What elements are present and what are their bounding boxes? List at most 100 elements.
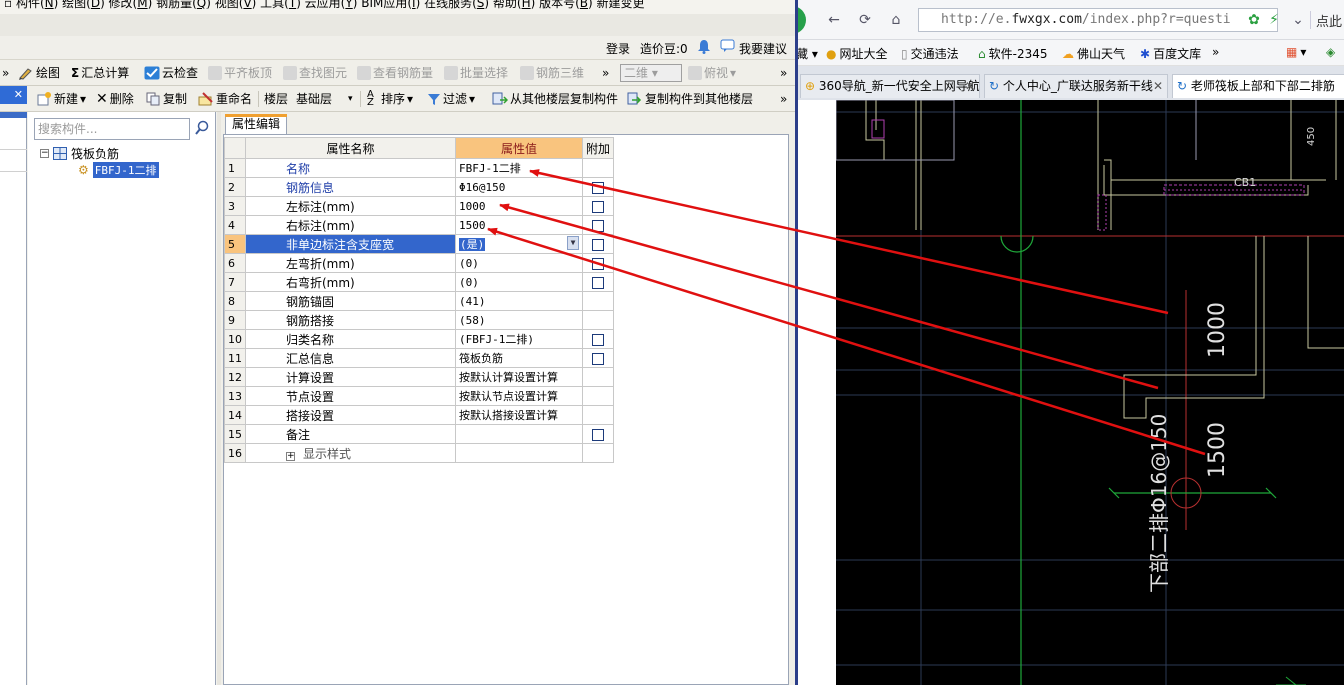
close-panel-button[interactable]: ✕	[0, 86, 27, 104]
browser-tab-active[interactable]: ↻ 老师筏板上部和下部二排筋	[1172, 74, 1344, 98]
rename-button[interactable]: 重命名	[198, 91, 252, 107]
cloud-check-button[interactable]: 云检查	[144, 65, 198, 81]
bell-icon[interactable]	[697, 39, 711, 57]
bookmark-item[interactable]: ▯ 交通违法	[901, 45, 959, 62]
property-value[interactable]: 1500	[455, 215, 583, 235]
property-value[interactable]: 按默认计算设置计算	[455, 367, 583, 387]
property-row[interactable]: 6 左弯折(mm) (0)	[224, 253, 615, 273]
property-row[interactable]: 14 搭接设置 按默认搭接设置计算	[224, 405, 615, 425]
summary-button[interactable]: Σ 汇总计算	[71, 65, 129, 81]
property-value[interactable]: FBFJ-1二排	[455, 158, 583, 178]
property-value[interactable]: (58)	[455, 310, 583, 330]
property-value[interactable]: 筏板负筋	[455, 348, 583, 368]
property-value[interactable]: (41)	[455, 291, 583, 311]
chevron-down-icon[interactable]: ▼	[567, 236, 579, 250]
back-icon[interactable]: ←	[824, 10, 844, 30]
property-value[interactable]: (FBFJ-1二排)	[455, 329, 583, 349]
extra-checkbox[interactable]	[592, 333, 604, 346]
tab-property-edit[interactable]: 属性编辑	[225, 114, 288, 134]
bookmark-more-left[interactable]: 藏 ▾	[798, 45, 818, 62]
copy-to-floor-button[interactable]: 复制构件到其他楼层	[627, 91, 753, 107]
bookmark-label: 软件-2345	[988, 47, 1048, 61]
property-row[interactable]: 7 右弯折(mm) (0)	[224, 272, 615, 292]
bookmark-item[interactable]: ☁ 佛山天气	[1062, 45, 1125, 62]
property-row[interactable]: 12 计算设置 按默认计算设置计算	[224, 367, 615, 387]
new-button[interactable]: 新建 ▾	[36, 91, 86, 107]
extension-icon[interactable]: ◈	[1326, 45, 1335, 59]
search-hint[interactable]: 点此	[1316, 11, 1342, 30]
delete-label: 删除	[109, 92, 134, 106]
property-value[interactable]: 按默认搭接设置计算	[455, 405, 583, 425]
view-direction-button[interactable]: 俯视 ▾	[688, 65, 736, 81]
suggest-link[interactable]: 我要建议	[739, 40, 787, 57]
extra-checkbox[interactable]	[592, 352, 604, 365]
property-value[interactable]: (是) ▼	[455, 234, 583, 254]
property-row[interactable]: 2 钢筋信息 Φ16@150	[224, 177, 615, 197]
copy-from-floor-button[interactable]: 从其他楼层复制构件	[492, 91, 618, 107]
find-element-button[interactable]: 查找图元	[283, 65, 347, 81]
browser-tab[interactable]: ↻ 个人中心_广联达服务新干线 ✕	[984, 74, 1168, 98]
tab-close-icon[interactable]: ✕	[965, 75, 975, 97]
extra-checkbox[interactable]	[592, 219, 604, 232]
property-value[interactable]: (0)	[455, 272, 583, 292]
url-input[interactable]: http://e.fwxgx.com/index.php?r=questi	[918, 8, 1278, 32]
delete-button[interactable]: ✕ 删除	[96, 91, 134, 107]
cad-rebar-label: 下部二排Φ16@150	[1147, 414, 1171, 593]
view-mode-select[interactable]: 二维 ▾	[620, 64, 682, 82]
tree-root-item[interactable]: − 筏板负筋	[40, 145, 119, 162]
bookmark-overflow-icon[interactable]: »	[1212, 45, 1219, 59]
overflow-right-icon[interactable]: »	[780, 65, 787, 81]
view-rebar-button[interactable]: 查看钢筋量	[357, 65, 433, 81]
apps-icon[interactable]: ▦ ▾	[1286, 45, 1306, 59]
extra-checkbox[interactable]	[592, 257, 604, 270]
filter-button[interactable]: 过滤 ▾	[427, 91, 475, 107]
browser-tab[interactable]: ⊕ 360导航_新一代安全上网导航 ✕	[800, 74, 980, 98]
property-row[interactable]: 15 备注	[224, 424, 615, 444]
tab-close-icon[interactable]: ✕	[1153, 75, 1163, 97]
refresh-icon[interactable]: ⟳	[855, 10, 875, 30]
property-value[interactable]	[455, 443, 583, 463]
property-value[interactable]: Φ16@150	[455, 177, 583, 197]
bookmark-item[interactable]: ● 网址大全	[826, 45, 888, 62]
property-row[interactable]: 8 钢筋锚固 (41)	[224, 291, 615, 311]
property-row[interactable]: 3 左标注(mm) 1000	[224, 196, 615, 216]
row-number: 15	[224, 424, 246, 444]
property-row[interactable]: 16 + 显示样式	[224, 443, 615, 463]
sort-button[interactable]: AZ 排序 ▾	[367, 90, 413, 108]
property-row[interactable]: 10 归类名称 (FBFJ-1二排)	[224, 329, 615, 349]
search-input[interactable]: 搜索构件...	[34, 118, 190, 140]
extra-checkbox[interactable]	[592, 276, 604, 289]
floor-select[interactable]: 基础层 ▾	[296, 91, 356, 107]
extra-checkbox[interactable]	[592, 200, 604, 213]
rebar-3d-button[interactable]: 钢筋三维	[520, 65, 584, 81]
align-top-button[interactable]: 平齐板顶	[208, 65, 272, 81]
extra-checkbox[interactable]	[592, 181, 604, 194]
bookmark-item[interactable]: ⌂ 软件-2345	[978, 45, 1048, 62]
dropdown-icon[interactable]: ⌄	[1288, 10, 1308, 30]
search-icon[interactable]	[194, 120, 212, 138]
property-value[interactable]: 1000	[455, 196, 583, 216]
draw-button[interactable]: 绘图	[18, 65, 60, 81]
property-value[interactable]: 按默认节点设置计算	[455, 386, 583, 406]
property-row[interactable]: 4 右标注(mm) 1500	[224, 215, 615, 235]
extra-checkbox[interactable]	[592, 428, 604, 441]
expand-icon[interactable]: +	[286, 451, 295, 461]
property-value[interactable]	[455, 424, 583, 444]
property-row[interactable]: 11 汇总信息 筏板负筋	[224, 348, 615, 368]
property-row[interactable]: 13 节点设置 按默认节点设置计算	[224, 386, 615, 406]
overflow-right-icon-2[interactable]: »	[780, 91, 787, 107]
batch-select-button[interactable]: 批量选择	[444, 65, 508, 81]
tree-child-item[interactable]: ⚙ FBFJ-1二排	[78, 162, 159, 178]
collapse-icon[interactable]: −	[40, 149, 49, 158]
property-row[interactable]: 9 钢筋搭接 (58)	[224, 310, 615, 330]
tab-label: 个人中心_广联达服务新干线	[1002, 79, 1153, 93]
overflow-left-icon[interactable]: »	[2, 65, 9, 81]
extra-checkbox[interactable]	[592, 238, 604, 251]
property-value[interactable]: (0)	[455, 253, 583, 273]
property-row[interactable]: 5 非单边标注含支座宽 (是) ▼	[224, 234, 615, 254]
bookmark-item[interactable]: ✱ 百度文库	[1140, 45, 1201, 62]
overflow-icon[interactable]: »	[602, 65, 609, 81]
property-row[interactable]: 1 名称 FBFJ-1二排	[224, 158, 615, 178]
copy-button[interactable]: 复制	[146, 91, 187, 107]
login-link[interactable]: 登录	[606, 40, 630, 57]
